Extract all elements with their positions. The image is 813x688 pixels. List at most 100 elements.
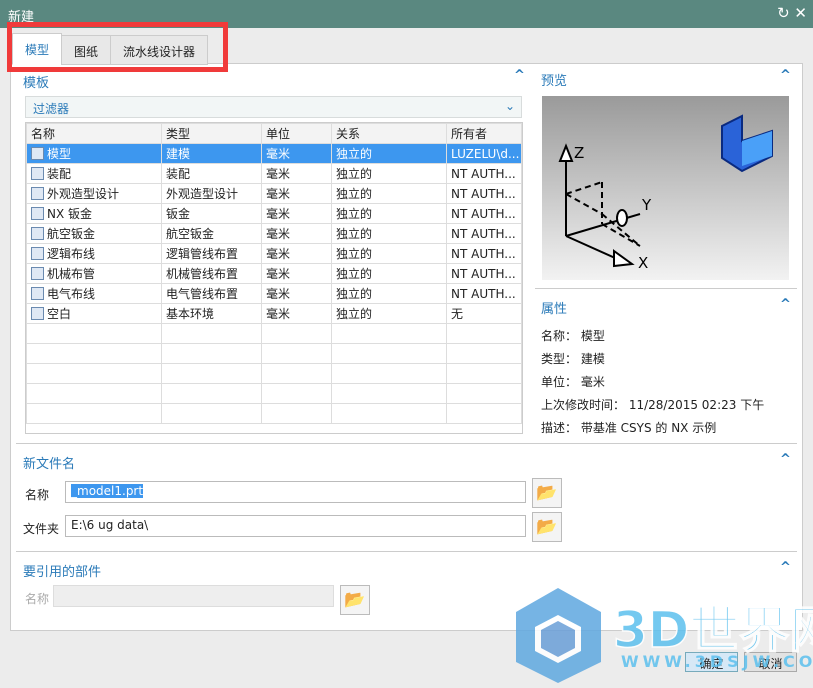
cell-text: LUZELU\d... (451, 146, 520, 161)
axis-z-label: Z (574, 144, 584, 162)
cell-owner: NT AUTH... (446, 263, 522, 284)
divider (535, 288, 797, 289)
filter-dropdown[interactable]: 过滤器 ⌄ (25, 96, 522, 118)
axis-x-label: X (638, 254, 648, 272)
highlight-box (7, 22, 228, 72)
column-header-name[interactable]: 名称 (26, 123, 162, 144)
collapse-preview-icon[interactable]: ^ (780, 68, 791, 83)
template-icon (31, 207, 44, 220)
collapse-referenced-icon[interactable]: ^ (780, 560, 791, 575)
empty-cell (331, 403, 447, 424)
divider (16, 443, 797, 444)
empty-cell (331, 363, 447, 384)
empty-cell (446, 323, 522, 344)
file-name-input[interactable]: _model1.prt (65, 481, 526, 503)
template-section-title: 模板 (23, 76, 50, 91)
empty-cell (26, 383, 162, 404)
cell-text: 独立的 (336, 167, 373, 181)
cell-text: 装配 (47, 167, 72, 181)
cell-unit: 毫米 (261, 183, 332, 204)
browse-name-folder-icon[interactable]: 📂 (532, 478, 562, 508)
cell-type: 电气管线布置 (161, 283, 262, 304)
cell-unit: 毫米 (261, 243, 332, 264)
cell-owner: NT AUTH... (446, 223, 522, 244)
empty-cell (26, 403, 162, 424)
cell-text: 独立的 (336, 147, 373, 161)
property-description: 描述： 带基准 CSYS 的 NX 示例 (541, 421, 717, 435)
browse-folder-icon[interactable]: 📂 (532, 512, 562, 542)
template-icon (31, 307, 44, 320)
cell-name: 航空钣金 (26, 223, 162, 244)
table-row[interactable]: 装配 装配 毫米 独立的 NT AUTH... (26, 163, 522, 184)
cell-unit: 毫米 (261, 283, 332, 304)
table-row[interactable]: 空白 基本环境 毫米 独立的 无 (26, 303, 522, 324)
table-row[interactable]: NX 钣金 钣金 毫米 独立的 NT AUTH... (26, 203, 522, 224)
empty-row (26, 363, 522, 384)
collapse-template-icon[interactable]: ^ (514, 68, 525, 83)
cell-text: NT AUTH... (451, 206, 516, 221)
table-row[interactable]: 航空钣金 航空钣金 毫米 独立的 NT AUTH... (26, 223, 522, 244)
cell-text: 航空钣金 (47, 227, 96, 241)
cell-owner: NT AUTH... (446, 203, 522, 224)
collapse-new-file-icon[interactable]: ^ (780, 452, 791, 467)
cell-text: 独立的 (336, 227, 373, 241)
template-table: 名称 类型 单位 关系 所有者 模型 建模 毫米 独立的 LUZELU\d... 装配 装配… (25, 122, 523, 434)
property-type: 类型： 建模 (541, 352, 605, 366)
table-row[interactable]: 电气布线 电气管线布置 毫米 独立的 NT AUTH... (26, 283, 522, 304)
properties-list: 名称： 模型 类型： 建模 单位： 毫米 上次修改时间： 11/28/2015 … (541, 325, 764, 440)
cell-type: 机械管线布置 (161, 263, 262, 284)
empty-cell (26, 323, 162, 344)
empty-cell (26, 363, 162, 384)
empty-cell (331, 343, 447, 364)
empty-row (26, 383, 522, 404)
empty-cell (161, 383, 262, 404)
property-name: 名称： 模型 (541, 329, 605, 343)
template-icon (31, 287, 44, 300)
table-row[interactable]: 模型 建模 毫米 独立的 LUZELU\d... (26, 143, 522, 164)
cell-text: 毫米 (266, 187, 291, 201)
column-header-relation[interactable]: 关系 (331, 123, 447, 144)
cell-text: NT AUTH... (451, 246, 516, 261)
table-row[interactable]: 逻辑布线 逻辑管线布置 毫米 独立的 NT AUTH... (26, 243, 522, 264)
collapse-properties-icon[interactable]: ^ (780, 297, 791, 312)
column-header-unit[interactable]: 单位 (261, 123, 332, 144)
template-icon (31, 187, 44, 200)
template-icon (31, 247, 44, 260)
cell-text: 逻辑管线布置 (166, 247, 239, 261)
title-buttons: ↻ ✕ (777, 4, 807, 22)
reset-icon[interactable]: ↻ (777, 4, 790, 22)
cell-relation: 独立的 (331, 203, 447, 224)
cell-type: 外观造型设计 (161, 183, 262, 204)
cell-relation: 独立的 (331, 163, 447, 184)
table-row[interactable]: 机械布管 机械管线布置 毫米 独立的 NT AUTH... (26, 263, 522, 284)
cell-text: 装配 (166, 167, 191, 181)
folder-input[interactable]: E:\6 ug data\ (65, 515, 526, 537)
empty-cell (261, 363, 332, 384)
file-name-value: _model1.prt (71, 484, 144, 498)
cell-text: NT AUTH... (451, 266, 516, 281)
cell-text: 毫米 (266, 247, 291, 261)
close-icon[interactable]: ✕ (794, 4, 807, 22)
empty-cell (161, 323, 262, 344)
cell-text: 毫米 (266, 287, 291, 301)
cell-text: 电气管线布置 (166, 287, 239, 301)
cell-text: 航空钣金 (166, 227, 215, 241)
cell-unit: 毫米 (261, 223, 332, 244)
cell-relation: 独立的 (331, 243, 447, 264)
cell-text: 毫米 (266, 307, 291, 321)
ref-name-label: 名称 (25, 592, 50, 606)
cell-relation: 独立的 (331, 263, 447, 284)
column-header-type[interactable]: 类型 (161, 123, 262, 144)
cell-text: NT AUTH... (451, 186, 516, 201)
table-row[interactable]: 外观造型设计 外观造型设计 毫米 独立的 NT AUTH... (26, 183, 522, 204)
name-label: 名称 (25, 488, 50, 502)
cell-name: 逻辑布线 (26, 243, 162, 264)
cell-name: 电气布线 (26, 283, 162, 304)
empty-cell (331, 323, 447, 344)
template-icon (31, 227, 44, 240)
column-header-owner[interactable]: 所有者 (446, 123, 522, 144)
cell-text: 毫米 (266, 207, 291, 221)
watermark-url: WWW.3DSJW.COM (621, 652, 813, 671)
referenced-section-title: 要引用的部件 (23, 565, 102, 580)
new-file-section-title: 新文件名 (23, 457, 76, 472)
